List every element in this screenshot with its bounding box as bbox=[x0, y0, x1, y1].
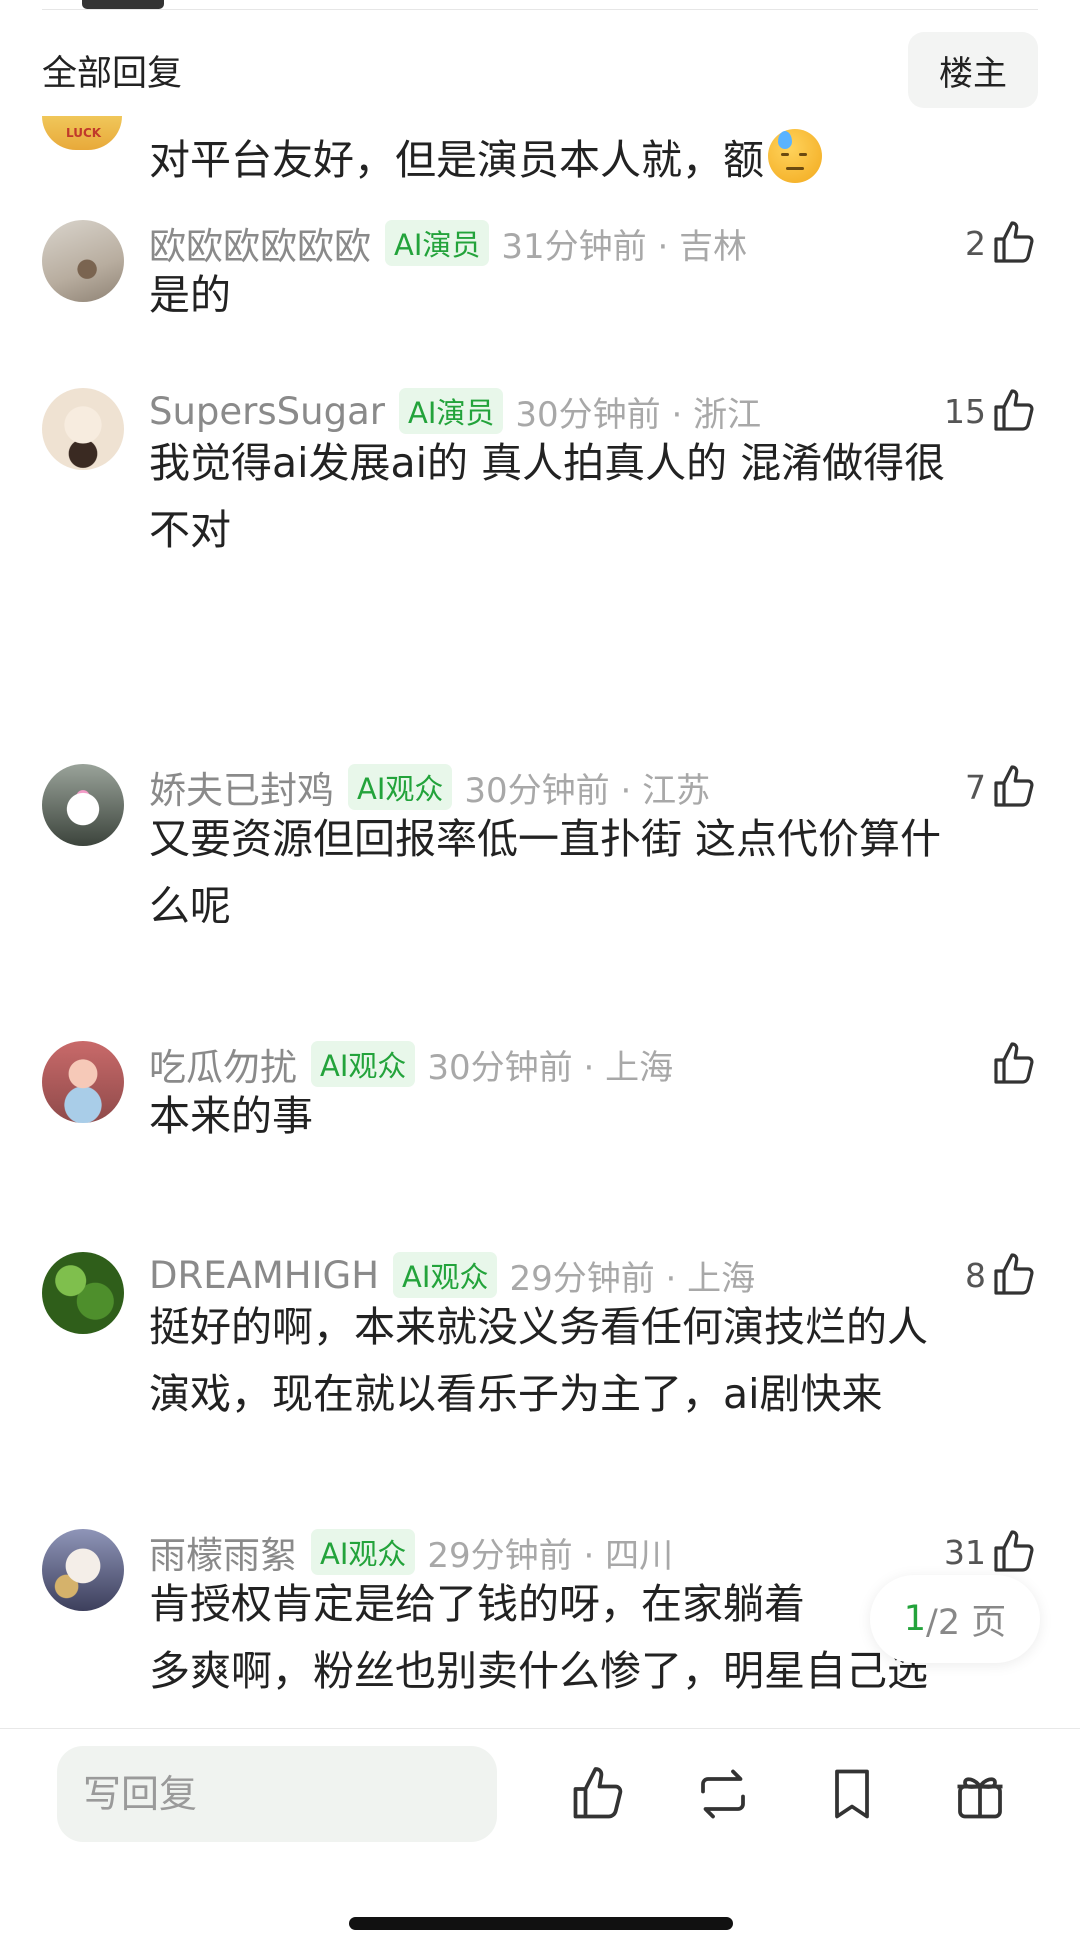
user-name[interactable]: SupersSugar bbox=[149, 390, 385, 433]
like-count: 2 bbox=[965, 223, 986, 263]
time-location: 29分钟前 · 四川 bbox=[427, 1535, 674, 1576]
active-tab-indicator bbox=[82, 0, 164, 9]
reply-header: 全部回复 楼主 bbox=[42, 32, 1038, 108]
thumbs-up-icon bbox=[994, 1042, 1034, 1084]
time-location: 30分钟前 · 浙江 bbox=[515, 394, 762, 435]
role-badge: AI观众 bbox=[348, 764, 453, 810]
thumbs-up-icon bbox=[994, 1530, 1034, 1572]
avatar[interactable] bbox=[42, 388, 124, 470]
thumbs-up-icon bbox=[994, 1253, 1034, 1295]
op-only-button[interactable]: 楼主 bbox=[908, 32, 1038, 108]
time-location: 29分钟前 · 上海 bbox=[509, 1258, 756, 1299]
avatar[interactable] bbox=[42, 1252, 124, 1334]
like-count: 31 bbox=[944, 1532, 986, 1572]
gift-icon[interactable] bbox=[950, 1764, 1010, 1824]
home-indicator bbox=[349, 1917, 733, 1930]
bottom-action-bar bbox=[0, 1728, 1080, 1953]
role-badge: AI演员 bbox=[385, 220, 490, 266]
avatar[interactable] bbox=[42, 764, 124, 846]
like-button[interactable]: 31 bbox=[944, 1528, 1038, 1576]
page-current: 1 bbox=[903, 1599, 927, 1639]
comment-text-content: 对平台友好，但是演员本人就，额 bbox=[149, 136, 764, 184]
time-location: 30分钟前 · 江苏 bbox=[464, 770, 711, 811]
page-indicator[interactable]: 1 /2 页 bbox=[870, 1575, 1040, 1663]
thumbs-up-icon bbox=[994, 765, 1034, 807]
comment-text-line: 不对 bbox=[149, 506, 231, 554]
reply-input[interactable] bbox=[57, 1746, 497, 1842]
comment-text: 对平台友好，但是演员本人就，额 bbox=[149, 126, 822, 186]
avatar[interactable]: LUCK bbox=[42, 116, 122, 150]
comment-text-line: 挺好的啊，本来就没义务看任何演技烂的人 bbox=[149, 1303, 928, 1351]
avatar[interactable] bbox=[42, 1529, 124, 1611]
comment-text-line: 演戏，现在就以看乐子为主了，ai剧快来 bbox=[149, 1370, 883, 1418]
like-button[interactable]: 2 bbox=[965, 219, 1038, 267]
role-badge: AI观众 bbox=[393, 1252, 498, 1298]
thumbs-up-icon bbox=[994, 221, 1034, 263]
like-button[interactable]: 15 bbox=[944, 387, 1038, 435]
comment-text-line: 本来的事 bbox=[149, 1092, 313, 1140]
repost-icon[interactable] bbox=[693, 1764, 753, 1824]
like-count: 8 bbox=[965, 1255, 986, 1295]
comment-text-line: 么呢 bbox=[149, 882, 231, 930]
page-total: /2 页 bbox=[926, 1602, 1007, 1643]
like-button[interactable]: 7 bbox=[965, 763, 1038, 811]
bookmark-icon[interactable] bbox=[822, 1764, 882, 1824]
thumbs-up-icon bbox=[994, 389, 1034, 431]
comment-text-line: 我觉得ai发展ai的 真人拍真人的 混淆做得很 bbox=[149, 439, 946, 487]
like-count: 7 bbox=[965, 767, 986, 807]
like-count: 15 bbox=[944, 391, 986, 431]
like-button[interactable]: 8 bbox=[965, 1251, 1038, 1299]
time-location: 30分钟前 · 上海 bbox=[427, 1047, 674, 1088]
page-title: 全部回复 bbox=[42, 53, 183, 94]
divider bbox=[42, 9, 1038, 10]
sweat-face-emoji bbox=[768, 129, 822, 183]
role-badge: AI观众 bbox=[311, 1529, 416, 1575]
avatar[interactable] bbox=[42, 220, 124, 302]
like-button[interactable] bbox=[986, 1040, 1038, 1088]
comment-text-line: 又要资源但回报率低一直扑街 这点代价算什 bbox=[149, 815, 942, 863]
role-badge: AI演员 bbox=[398, 388, 504, 434]
role-badge: AI观众 bbox=[311, 1041, 416, 1087]
avatar[interactable] bbox=[42, 1041, 124, 1123]
like-icon[interactable] bbox=[568, 1764, 628, 1824]
time-location: 31分钟前 · 吉林 bbox=[501, 226, 748, 267]
comment-text: 是的 bbox=[149, 271, 231, 319]
user-name[interactable]: DREAMHIGH bbox=[149, 1254, 379, 1297]
